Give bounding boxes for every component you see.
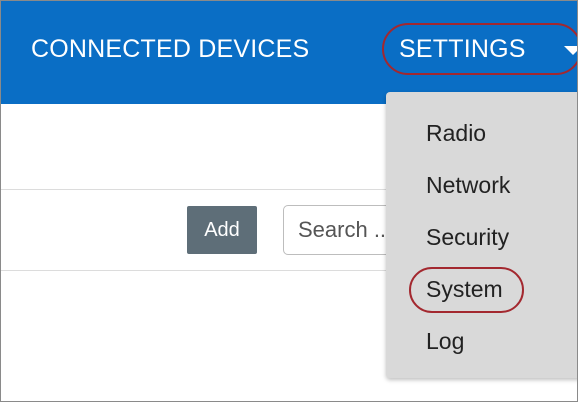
menu-item-log[interactable]: Log: [426, 327, 464, 355]
top-navbar: CONNECTED DEVICES SETTINGS: [1, 1, 577, 104]
menu-item-radio[interactable]: Radio: [426, 119, 486, 147]
menu-item-system[interactable]: System: [426, 275, 503, 303]
app-frame: CONNECTED DEVICES SETTINGS Add Radio Net…: [0, 0, 578, 402]
caret-down-icon[interactable]: [564, 46, 577, 55]
nav-connected-devices[interactable]: CONNECTED DEVICES: [31, 34, 309, 64]
add-button[interactable]: Add: [187, 206, 257, 254]
nav-settings[interactable]: SETTINGS: [399, 34, 526, 64]
menu-item-network[interactable]: Network: [426, 171, 510, 199]
settings-dropdown-menu: Radio Network Security System Log: [386, 92, 577, 378]
menu-item-security[interactable]: Security: [426, 223, 509, 251]
